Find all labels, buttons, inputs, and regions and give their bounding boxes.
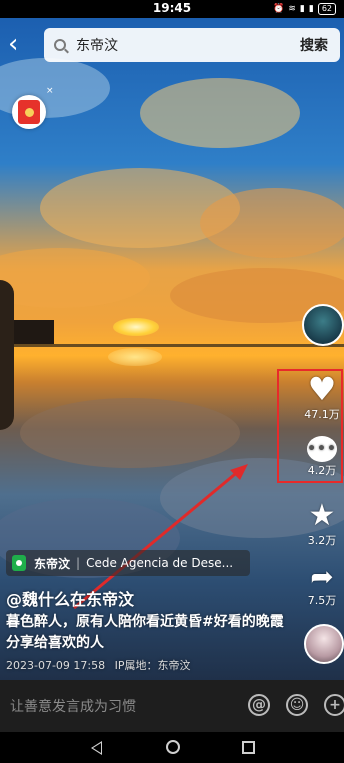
add-icon[interactable]: + bbox=[324, 694, 344, 716]
status-bar: 19:45 ⏰ ≋ ▮ ▮ 62 bbox=[0, 0, 344, 18]
4g-signal-icon: ▮ bbox=[308, 4, 314, 14]
location-name: 东帝汶 bbox=[34, 556, 71, 571]
post-description[interactable]: 暮色醉人，原有人陪你看近黄昏#好看的晚霞分享给喜欢的人 bbox=[6, 612, 296, 654]
location-pin-icon bbox=[12, 555, 26, 571]
author-avatar[interactable] bbox=[302, 304, 344, 346]
battery-icon: 62 bbox=[317, 3, 336, 15]
rock bbox=[14, 320, 54, 344]
mention-icon[interactable]: @ bbox=[248, 694, 270, 716]
red-envelope-icon bbox=[18, 100, 40, 124]
red-packet-button[interactable] bbox=[12, 95, 46, 129]
horizon bbox=[0, 344, 344, 347]
favorite-count: 3.2万 bbox=[307, 534, 337, 547]
post-date: 2023-07-09 17:58 bbox=[6, 659, 106, 672]
wifi-icon: ≋ bbox=[288, 4, 296, 14]
favorite-button[interactable]: ★ 3.2万 bbox=[300, 500, 344, 548]
rock bbox=[0, 280, 14, 430]
alarm-icon: ⏰ bbox=[273, 4, 285, 14]
search-box[interactable]: 东帝汶 搜索 bbox=[44, 28, 340, 62]
cloud bbox=[140, 78, 300, 148]
share-button[interactable]: ➦ 7.5万 bbox=[300, 562, 344, 608]
nav-back-icon[interactable] bbox=[91, 741, 102, 755]
search-input[interactable]: 东帝汶 bbox=[76, 35, 300, 55]
share-count: 7.5万 bbox=[307, 594, 337, 607]
comment-input[interactable]: 让善意发言成为习惯 bbox=[10, 696, 136, 716]
status-icons: ⏰ ≋ ▮ ▮ 62 bbox=[273, 3, 336, 15]
post-meta: 2023-07-09 17:58 IP属地：东帝汶 bbox=[6, 657, 191, 673]
sun-reflection bbox=[108, 348, 162, 366]
cloud bbox=[0, 248, 150, 308]
coin-icon bbox=[24, 107, 34, 117]
back-button[interactable]: ‹ bbox=[8, 30, 30, 60]
star-icon: ★ bbox=[308, 498, 336, 533]
search-icon bbox=[54, 39, 66, 51]
5g-signal-icon: ▮ bbox=[299, 4, 305, 14]
close-icon[interactable]: × bbox=[46, 86, 54, 96]
share-icon: ➦ bbox=[310, 560, 334, 593]
highlight-box bbox=[277, 369, 343, 483]
location-chip[interactable]: 东帝汶 | Cede Agencia de Dese... bbox=[6, 550, 250, 576]
author-name[interactable]: @魏什么在东帝汶 bbox=[6, 586, 134, 610]
nav-recent-icon[interactable] bbox=[242, 741, 255, 754]
ip-location: IP属地：东帝汶 bbox=[114, 659, 191, 672]
nav-home-icon[interactable] bbox=[166, 740, 180, 754]
emoji-icon[interactable]: ☺ bbox=[286, 694, 308, 716]
comment-bar: 让善意发言成为习惯 @ ☺ + bbox=[0, 680, 344, 732]
location-separator: | bbox=[76, 556, 81, 570]
sun bbox=[113, 318, 159, 336]
system-nav-bar bbox=[0, 732, 344, 763]
location-subtitle: Cede Agencia de Dese... bbox=[86, 556, 234, 570]
search-button[interactable]: 搜索 bbox=[300, 35, 328, 55]
cloud bbox=[200, 188, 344, 258]
music-avatar[interactable] bbox=[304, 624, 344, 664]
cloud-reflection bbox=[20, 398, 240, 468]
